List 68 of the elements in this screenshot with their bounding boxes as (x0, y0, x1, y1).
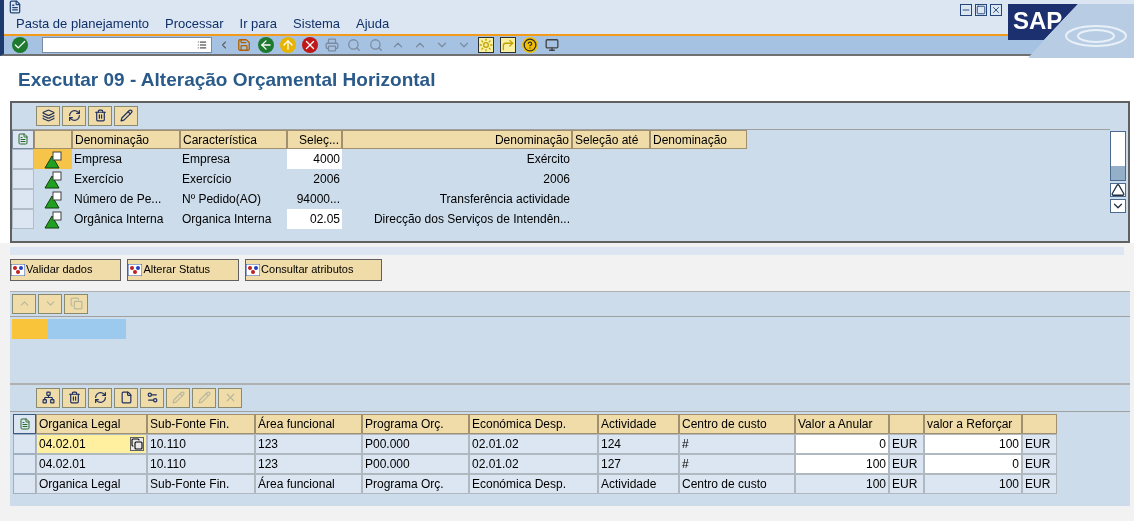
table-cell: Sub-Fonte Fin. (147, 473, 255, 494)
column-header[interactable]: Organica Legal (36, 413, 147, 434)
column-header[interactable]: Económica Desp. (469, 413, 598, 434)
table-cell: 0 (795, 433, 889, 454)
table-cell: 02.01.02 (469, 433, 598, 454)
column-header[interactable]: Actividade (598, 413, 679, 434)
table-cell-text: 94000... (295, 190, 341, 208)
table-cell: 100 (795, 473, 889, 494)
table-cell-text: Exercício (181, 170, 233, 188)
table-cell: Económica Desp. (469, 473, 598, 494)
column-header[interactable]: Área funcional (255, 413, 362, 434)
table-cell: 100 (924, 473, 1022, 494)
table-cell: 02.05 (287, 208, 342, 229)
table-cell: P00.000 (362, 433, 469, 454)
column-header[interactable]: Sub-Fonte Fin. (147, 413, 255, 434)
table-cell-text: 2006 (312, 170, 341, 188)
page-title: Executar 09 - Alteração Orçamental Horizontal (0, 56, 1134, 101)
table-cell-text: Nº Pedido(AO) (181, 190, 263, 208)
table-cell-text: Exército (525, 150, 571, 168)
menu-item[interactable]: Processar (165, 14, 224, 34)
table-cell: # (679, 433, 795, 454)
table-cell-text: Empresa (181, 150, 232, 168)
table-cell: 4000 (287, 148, 342, 169)
input-field[interactable]: 04.02.01 (36, 433, 147, 454)
table-cell: # (679, 453, 795, 474)
table-cell-text: 2006 (542, 170, 571, 188)
column-header[interactable]: Valor a Anular (795, 413, 889, 434)
table-cell: 123 (255, 433, 362, 454)
table-cell-text: Transferência actividade (438, 190, 571, 208)
table-cell: Programa Orç. (362, 473, 469, 494)
table-cell: 02.01.02 (469, 453, 598, 474)
table-cell: Organica Legal (36, 473, 147, 494)
table-cell: EUR (889, 453, 924, 474)
table-cell: EUR (889, 433, 924, 454)
menu-item[interactable]: Pasta de planejamento (16, 14, 149, 34)
table-cell: 0 (924, 453, 1022, 474)
menu-item[interactable]: Sistema (293, 14, 341, 34)
action-button[interactable]: Alterar Status (127, 258, 240, 281)
action-button[interactable]: Validar dados (10, 258, 122, 281)
table-cell: 100 (795, 453, 889, 474)
table-cell: 100 (924, 433, 1022, 454)
table-cell: EUR (1022, 453, 1057, 474)
column-header[interactable]: valor a Reforçar (924, 413, 1022, 434)
table-cell: 124 (598, 433, 679, 454)
column-header[interactable]: Programa Orç. (362, 413, 469, 434)
table-cell-text: Empresa (73, 150, 124, 168)
menu-item[interactable]: Ir para (239, 14, 278, 34)
table-cell-text: Número de Pe... (73, 190, 163, 208)
table-cell: EUR (1022, 433, 1057, 454)
table-cell: Centro de custo (679, 473, 795, 494)
table-cell-text: Orgânica Interna (73, 210, 165, 228)
column-header[interactable]: Centro de custo (679, 413, 795, 434)
table-cell: Actividade (598, 473, 679, 494)
action-button[interactable]: Consultar atributos (245, 258, 383, 281)
table-cell: EUR (1022, 473, 1057, 494)
table-cell: 10.110 (147, 453, 255, 474)
table-cell-text: Direcção dos Serviços de Intendên... (372, 210, 571, 228)
table-cell: P00.000 (362, 453, 469, 474)
table-cell-text: Exercício (73, 170, 125, 188)
table-cell-text: Organica Interna (181, 210, 273, 228)
logo-text: SAP (1013, 7, 1063, 35)
table-cell: 04.02.01 (36, 453, 147, 474)
table-cell: 123 (255, 453, 362, 474)
menu-item[interactable]: Ajuda (356, 14, 390, 34)
table-cell: 10.110 (147, 433, 255, 454)
table-cell: Área funcional (255, 473, 362, 494)
table-cell: EUR (889, 473, 924, 494)
table-cell: 127 (598, 453, 679, 474)
